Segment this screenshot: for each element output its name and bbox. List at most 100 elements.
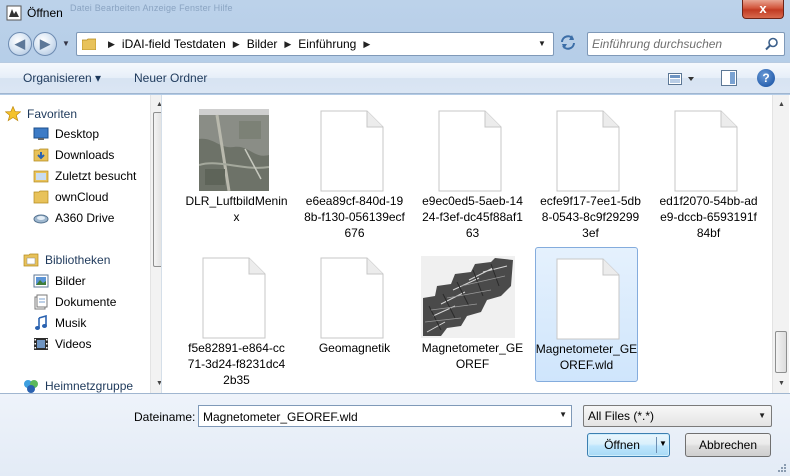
file-item-dlr-luftbild[interactable]: DLR_LuftbildMenin​x bbox=[185, 100, 288, 235]
file-item-ecfe9f17[interactable]: ecfe9f17-7ee1-5db8-0543-8c9f292993ef bbox=[539, 100, 642, 240]
open-options-dropdown-icon[interactable]: ▼ bbox=[659, 439, 667, 448]
cancel-button[interactable]: Abbrechen bbox=[685, 433, 771, 457]
sidebar-item-label: Dokumente bbox=[55, 295, 117, 309]
address-dropdown-icon[interactable]: ▼ bbox=[535, 37, 549, 51]
back-arrow-icon: ◀ bbox=[15, 36, 25, 51]
document-icon bbox=[556, 110, 620, 192]
magnetometer-image-thumbnail bbox=[421, 256, 515, 338]
search-input[interactable] bbox=[592, 36, 762, 52]
navigation-pane-scrollbar[interactable]: ▲ ▼ bbox=[150, 95, 161, 393]
chevron-down-icon: ▼ bbox=[758, 411, 766, 420]
sidebar-item-label: Favoriten bbox=[27, 107, 78, 121]
document-icon bbox=[556, 258, 620, 340]
breadcrumb-separator-icon[interactable]: ▶ bbox=[363, 39, 370, 50]
close-button[interactable]: x bbox=[742, 0, 784, 19]
videos-icon bbox=[34, 338, 48, 350]
breadcrumb-separator-icon[interactable]: ▶ bbox=[284, 39, 291, 50]
chevron-down-icon[interactable]: ▼ bbox=[559, 410, 567, 419]
scroll-up-arrow-icon[interactable]: ▲ bbox=[774, 97, 789, 112]
star-icon bbox=[5, 106, 21, 122]
address-bar[interactable]: ▶ iDAI-field Testdaten ▶ Bilder ▶ Einfüh… bbox=[76, 32, 554, 56]
homegroup-icon bbox=[24, 380, 38, 393]
folder-icon bbox=[82, 38, 96, 50]
scroll-down-arrow-icon[interactable]: ▼ bbox=[152, 376, 161, 391]
sidebar-item-heimnetzgruppe[interactable]: Heimnetzgruppe bbox=[23, 376, 161, 393]
breadcrumb-separator-icon[interactable]: ▶ bbox=[108, 39, 115, 50]
file-name: e6ea89cf-840d-198b-f130-056139ecf676 bbox=[304, 194, 405, 240]
file-item-magnetometer-georef[interactable]: Magnetometer_GEOREF bbox=[421, 247, 524, 382]
file-name: Magnetometer_GEOREF bbox=[421, 341, 524, 371]
preview-pane-icon[interactable] bbox=[721, 70, 737, 86]
filetype-select[interactable]: All Files (*.*) ▼ bbox=[583, 405, 772, 427]
refresh-button[interactable] bbox=[556, 34, 580, 56]
sidebar-item-a360-drive[interactable]: A360 Drive bbox=[33, 208, 161, 228]
search-icon[interactable] bbox=[765, 37, 779, 51]
sidebar-item-bibliotheken[interactable]: Bibliotheken bbox=[23, 250, 161, 270]
sidebar-item-favoriten[interactable]: Favoriten bbox=[5, 104, 147, 124]
breadcrumb-bilder[interactable]: Bilder bbox=[247, 37, 278, 51]
scrollbar-thumb[interactable] bbox=[153, 112, 161, 267]
file-name: f5e82891-e864-cc71-3d24-f8231dc42b35 bbox=[187, 341, 286, 387]
sidebar-item-label: Bilder bbox=[55, 274, 86, 288]
file-name: e9ec0ed5-5aeb-1424-f3ef-dc45f88af163 bbox=[422, 194, 523, 240]
background-menu-ghost: Datei Bearbeiten Anzeige Fenster Hilfe bbox=[70, 3, 233, 13]
command-bar: Organisieren ▾ Neuer Ordner ? bbox=[0, 62, 790, 94]
help-icon: ? bbox=[762, 71, 770, 85]
search-box[interactable] bbox=[587, 32, 785, 56]
file-item-magnetometer-georef-wld[interactable]: Magnetometer_GEOREF.wld bbox=[535, 247, 638, 382]
document-icon bbox=[320, 257, 384, 339]
split-divider bbox=[656, 437, 657, 453]
file-item-e9ec0ed5[interactable]: e9ec0ed5-5aeb-1424-f3ef-dc45f88af163 bbox=[421, 100, 524, 240]
content-area: Favoriten Desktop Downloads Zuletzt besu… bbox=[0, 95, 790, 393]
sidebar-item-label: Bibliotheken bbox=[45, 253, 111, 267]
refresh-icon bbox=[561, 35, 575, 50]
organize-button[interactable]: Organisieren ▾ bbox=[23, 71, 101, 85]
open-button[interactable]: Öffnen ▼ bbox=[587, 433, 670, 457]
filetype-value: All Files (*.*) bbox=[588, 409, 655, 423]
new-folder-button[interactable]: Neuer Ordner bbox=[134, 71, 207, 85]
breadcrumb-separator-icon[interactable]: ▶ bbox=[233, 39, 240, 50]
forward-arrow-icon: ▶ bbox=[40, 36, 50, 51]
sidebar-item-musik[interactable]: Musik bbox=[33, 313, 161, 333]
navigation-pane: Favoriten Desktop Downloads Zuletzt besu… bbox=[5, 95, 162, 393]
filename-combobox[interactable]: ▼ bbox=[198, 405, 572, 427]
folder-icon bbox=[33, 190, 49, 204]
resize-grip-icon[interactable] bbox=[777, 463, 787, 473]
aerial-image-thumbnail bbox=[199, 109, 269, 191]
navigation-bar: ◀ ▶ ▼ ▶ iDAI-field Testdaten ▶ Bilder ▶ … bbox=[0, 28, 790, 60]
filename-input[interactable] bbox=[203, 409, 543, 424]
forward-button[interactable]: ▶ bbox=[33, 32, 57, 56]
sidebar-item-downloads[interactable]: Downloads bbox=[33, 145, 161, 165]
file-item-geomagnetik[interactable]: Geomagnetik bbox=[303, 247, 406, 382]
open-file-dialog: Öffnen Datei Bearbeiten Anzeige Fenster … bbox=[0, 0, 790, 476]
sidebar-item-label: A360 Drive bbox=[55, 211, 115, 225]
file-list: DLR_LuftbildMenin​x e6ea89cf-840d-198b-f… bbox=[163, 95, 771, 393]
sidebar-item-zuletzt-besucht[interactable]: Zuletzt besucht bbox=[33, 166, 161, 186]
file-list-scrollbar[interactable]: ▲ ▼ bbox=[772, 95, 789, 393]
sidebar-item-label: Heimnetzgruppe bbox=[45, 379, 134, 393]
file-item-e6ea89cf[interactable]: e6ea89cf-840d-198b-f130-056139ecf676 bbox=[303, 100, 406, 240]
scroll-up-arrow-icon[interactable]: ▲ bbox=[152, 97, 161, 112]
change-view-icon[interactable] bbox=[668, 71, 698, 87]
app-icon bbox=[6, 5, 22, 21]
scrollbar-thumb[interactable] bbox=[775, 331, 787, 373]
sidebar-item-desktop[interactable]: Desktop bbox=[33, 124, 161, 144]
downloads-icon bbox=[33, 148, 49, 162]
back-button[interactable]: ◀ bbox=[8, 32, 32, 56]
sidebar-item-owncloud[interactable]: ownCloud bbox=[33, 187, 161, 207]
breadcrumb-idai-field-testdaten[interactable]: iDAI-field Testdaten bbox=[122, 37, 226, 51]
sidebar-item-bilder[interactable]: Bilder bbox=[33, 271, 161, 291]
recent-places-icon bbox=[33, 170, 49, 183]
file-name: Magnetometer_GEOREF.wld bbox=[535, 342, 638, 372]
recent-locations-dropdown[interactable]: ▼ bbox=[60, 36, 72, 52]
file-item-f5e82891[interactable]: f5e82891-e864-cc71-3d24-f8231dc42b35 bbox=[185, 247, 288, 387]
help-button[interactable]: ? bbox=[757, 69, 775, 87]
sidebar-item-videos[interactable]: Videos bbox=[33, 334, 161, 354]
window-title: Öffnen bbox=[27, 6, 63, 20]
drive-icon bbox=[33, 214, 49, 224]
document-icon bbox=[320, 110, 384, 192]
sidebar-item-dokumente[interactable]: Dokumente bbox=[33, 292, 161, 312]
scroll-down-arrow-icon[interactable]: ▼ bbox=[774, 376, 789, 391]
breadcrumb-einfuehrung[interactable]: Einführung bbox=[298, 37, 356, 51]
file-item-ed1f2070[interactable]: ed1f2070-54bb-ade9-dccb-6593191f84bf bbox=[657, 100, 760, 240]
